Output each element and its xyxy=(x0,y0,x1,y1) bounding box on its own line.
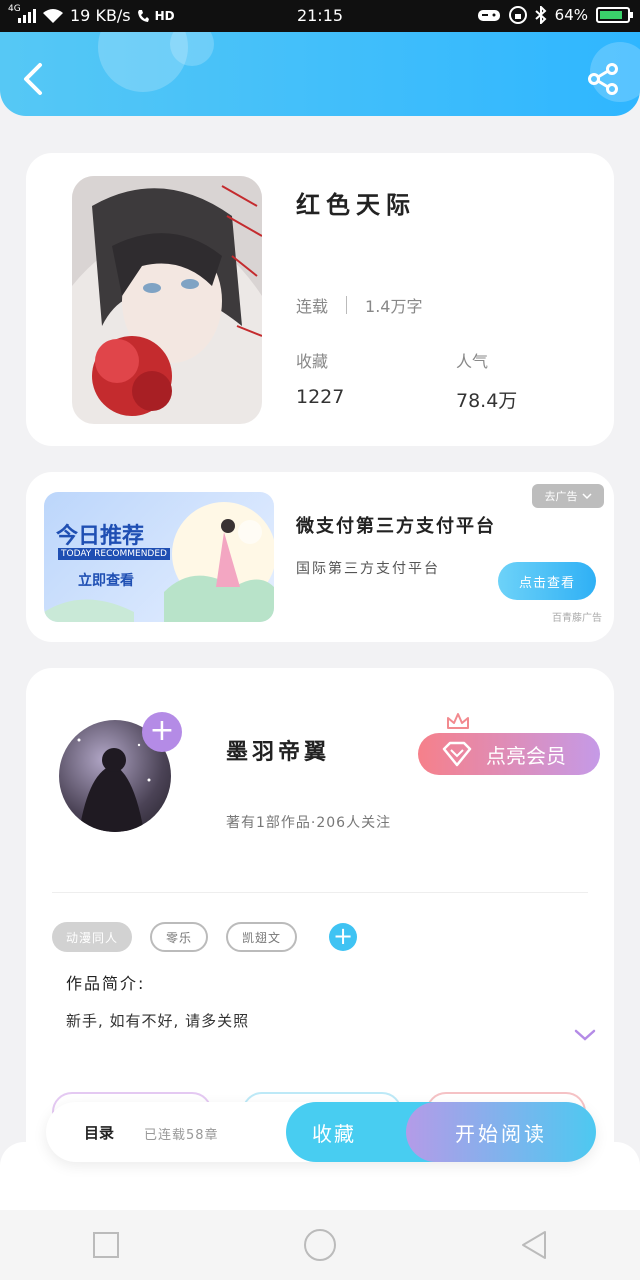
battery-icon xyxy=(596,7,633,23)
ad-card[interactable]: 今日推荐 TODAY RECOMMENDED 立即查看 微支付第三方支付平台 国… xyxy=(26,472,614,642)
back-icon[interactable] xyxy=(20,62,50,96)
battery-percent: 64% xyxy=(554,6,588,24)
chevron-down-icon xyxy=(581,493,592,500)
book-meta: 连载 1.4万字 xyxy=(296,293,422,317)
lock-rotation-icon xyxy=(508,6,527,24)
ad-image-title: 今日推荐 xyxy=(56,524,145,549)
meta-divider xyxy=(346,296,348,314)
author-info: 著有1部作品·206人关注 xyxy=(226,815,392,831)
favorites-stat: 收藏 1227 xyxy=(296,348,344,408)
ad-title[interactable]: 微支付第三方支付平台 xyxy=(296,512,496,538)
popularity-label: 人气 xyxy=(456,352,489,371)
vip-label: 点亮会员 xyxy=(486,743,566,768)
book-cover[interactable] xyxy=(72,176,262,424)
add-tag-button[interactable]: + xyxy=(329,923,358,951)
tag-item[interactable]: 零乐 xyxy=(150,922,209,952)
intro-label: 作品简介: xyxy=(66,974,146,993)
ad-image[interactable]: 今日推荐 TODAY RECOMMENDED 立即查看 xyxy=(44,492,274,622)
app-header xyxy=(0,32,640,116)
crown-icon xyxy=(447,713,469,729)
tag-list: 动漫同人 零乐 凯翅文 + xyxy=(52,922,358,952)
popularity-value: 78.4万 xyxy=(456,390,518,412)
home-icon[interactable] xyxy=(303,1228,337,1262)
ad-subtitle: 国际第三方支付平台 xyxy=(296,561,440,577)
remove-ad-button[interactable]: 去广告 xyxy=(532,484,604,508)
bluetooth-icon xyxy=(534,6,547,24)
share-icon[interactable] xyxy=(586,62,620,96)
book-info-card: 红色天际 连载 1.4万字 收藏 1227 人气 78.4万 xyxy=(26,153,614,446)
back-nav-icon[interactable] xyxy=(520,1230,548,1260)
intro-text: 新手, 如有不好, 请多关照 xyxy=(66,1012,250,1030)
ad-source: 百青藤广告 xyxy=(552,613,602,624)
serial-status: 连载 xyxy=(296,297,329,316)
recent-apps-icon[interactable] xyxy=(92,1231,120,1259)
tag-item[interactable]: 动漫同人 xyxy=(52,922,133,952)
word-count: 1.4万字 xyxy=(365,297,423,316)
ad-image-cta: 立即查看 xyxy=(78,573,134,589)
status-bar: 4G 19 KB/s HD 21:15 64% xyxy=(0,0,640,32)
popularity-stat: 人气 78.4万 xyxy=(456,348,517,413)
favorites-value: 1227 xyxy=(296,386,345,408)
diamond-icon xyxy=(442,741,472,767)
status-right: 64% xyxy=(477,6,633,24)
gamepad-icon xyxy=(477,10,500,21)
section-divider xyxy=(52,892,588,893)
follow-author-button[interactable]: + xyxy=(142,712,182,752)
tag-item[interactable]: 凯翅文 xyxy=(226,922,298,952)
system-nav-bar xyxy=(0,1210,640,1280)
expand-chevron-icon[interactable] xyxy=(574,1028,596,1042)
start-reading-button[interactable]: 开始阅读 xyxy=(406,1102,596,1162)
bottom-action-bar: 目录 已连载58章 收藏 开始阅读 xyxy=(46,1102,596,1162)
toc-button[interactable]: 目录 xyxy=(84,1122,114,1143)
book-title: 红色天际 xyxy=(296,191,416,219)
chapter-count: 已连载58章 xyxy=(144,1128,219,1143)
favorites-label: 收藏 xyxy=(296,352,329,371)
ad-view-button[interactable]: 点击查看 xyxy=(498,562,596,600)
ad-image-subtitle: TODAY RECOMMENDED xyxy=(58,548,170,560)
vip-button[interactable]: 点亮会员 xyxy=(418,733,600,775)
author-name: 墨羽帝翼 xyxy=(226,740,331,765)
remove-ad-label: 去广告 xyxy=(544,490,578,503)
